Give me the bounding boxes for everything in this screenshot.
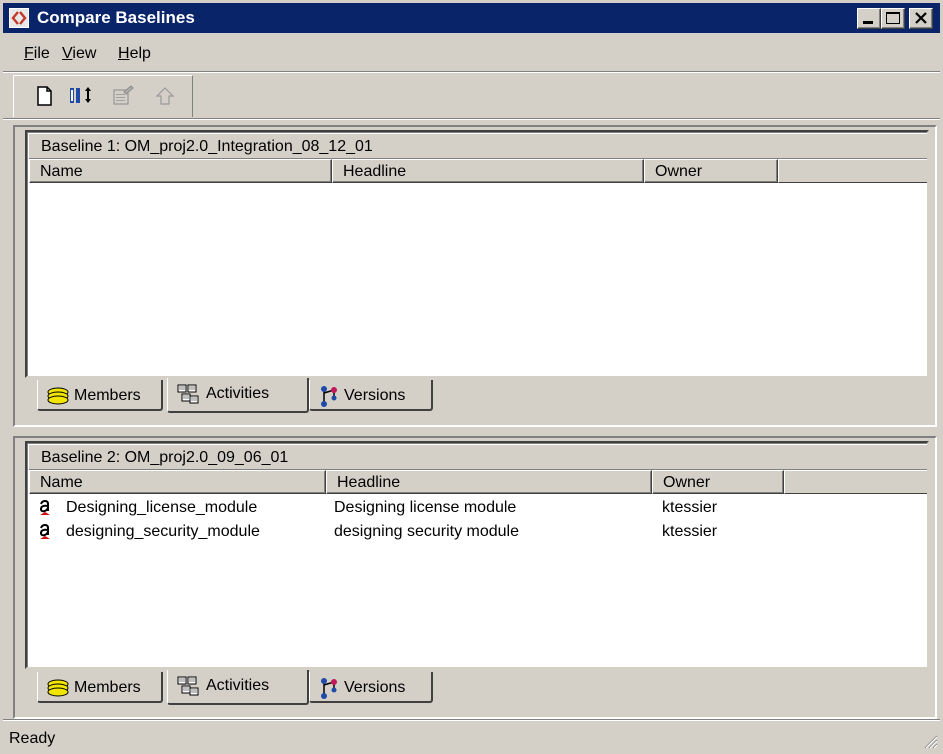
menu-bar: File View Help bbox=[3, 41, 940, 67]
properties-button[interactable] bbox=[110, 84, 138, 110]
baseline1-column-headers: Name Headline Owner bbox=[29, 159, 927, 183]
activities-icon bbox=[177, 676, 199, 696]
column-header-name[interactable]: Name bbox=[29, 470, 326, 494]
up-arrow-icon bbox=[155, 87, 175, 105]
status-bar: Ready bbox=[3, 724, 940, 751]
versions-icon bbox=[321, 386, 337, 407]
baseline1-pane: Baseline 1: OM_proj2.0_Integration_08_12… bbox=[13, 125, 937, 427]
activities-icon bbox=[177, 384, 199, 404]
status-divider bbox=[3, 719, 940, 721]
new-document-icon bbox=[37, 86, 52, 106]
column-header-filler bbox=[784, 470, 927, 494]
column-header-headline[interactable]: Headline bbox=[326, 470, 652, 494]
toolbar-divider-top bbox=[3, 71, 940, 73]
menu-help[interactable]: Help bbox=[118, 44, 151, 64]
close-button[interactable] bbox=[909, 8, 933, 29]
cell-headline: designing security module bbox=[334, 523, 519, 540]
toolbar bbox=[13, 75, 193, 117]
activity-icon bbox=[39, 499, 50, 515]
tab-versions[interactable]: Versions bbox=[309, 380, 433, 411]
column-header-filler bbox=[778, 159, 927, 183]
activity-icon bbox=[39, 523, 50, 539]
versions-icon bbox=[321, 678, 337, 699]
table-row[interactable]: Designing_license_module Designing licen… bbox=[29, 496, 927, 520]
title-bar[interactable]: Compare Baselines bbox=[3, 3, 940, 33]
properties-icon bbox=[113, 85, 134, 105]
compare-baselines-window: Compare Baselines File View Help Baselin… bbox=[0, 0, 943, 754]
table-row[interactable]: designing_security_module designing secu… bbox=[29, 520, 927, 544]
cell-owner: ktessier bbox=[662, 523, 718, 540]
minimize-button[interactable] bbox=[857, 8, 881, 29]
new-button[interactable] bbox=[32, 84, 60, 110]
baseline1-list[interactable]: Baseline 1: OM_proj2.0_Integration_08_12… bbox=[25, 130, 929, 378]
tab-members[interactable]: Members bbox=[37, 380, 163, 411]
members-icon bbox=[47, 387, 69, 405]
toolbar-divider-bottom bbox=[3, 118, 940, 120]
tab-versions[interactable]: Versions bbox=[309, 672, 433, 703]
app-icon bbox=[9, 8, 29, 28]
cell-headline: Designing license module bbox=[334, 499, 517, 516]
menu-view[interactable]: View bbox=[62, 44, 96, 64]
cell-name: designing_security_module bbox=[66, 523, 260, 540]
window-title: Compare Baselines bbox=[37, 8, 195, 27]
members-icon bbox=[47, 679, 69, 697]
maximize-button[interactable] bbox=[881, 8, 905, 29]
compare-icon bbox=[70, 87, 91, 103]
baseline2-list[interactable]: Baseline 2: OM_proj2.0_09_06_01 Name Hea… bbox=[25, 441, 929, 669]
tab-activities[interactable]: Activities bbox=[167, 378, 309, 413]
column-header-owner[interactable]: Owner bbox=[652, 470, 784, 494]
cell-owner: ktessier bbox=[662, 499, 718, 516]
column-header-name[interactable]: Name bbox=[29, 159, 332, 183]
menu-file[interactable]: File bbox=[24, 44, 50, 64]
tab-activities[interactable]: Activities bbox=[167, 670, 309, 705]
resize-grip-icon[interactable] bbox=[922, 733, 938, 749]
baseline2-rows: Designing_license_module Designing licen… bbox=[29, 496, 927, 544]
cell-name: Designing_license_module bbox=[66, 499, 258, 516]
tab-members[interactable]: Members bbox=[37, 672, 163, 703]
status-text: Ready bbox=[9, 730, 56, 747]
column-header-headline[interactable]: Headline bbox=[332, 159, 644, 183]
baseline2-column-headers: Name Headline Owner bbox=[29, 470, 927, 494]
compare-button[interactable] bbox=[66, 84, 94, 110]
up-button[interactable] bbox=[152, 84, 180, 110]
baseline2-header: Baseline 2: OM_proj2.0_09_06_01 bbox=[29, 445, 927, 470]
column-header-owner[interactable]: Owner bbox=[644, 159, 778, 183]
baseline1-header: Baseline 1: OM_proj2.0_Integration_08_12… bbox=[29, 134, 927, 159]
baseline2-pane: Baseline 2: OM_proj2.0_09_06_01 Name Hea… bbox=[13, 436, 937, 719]
